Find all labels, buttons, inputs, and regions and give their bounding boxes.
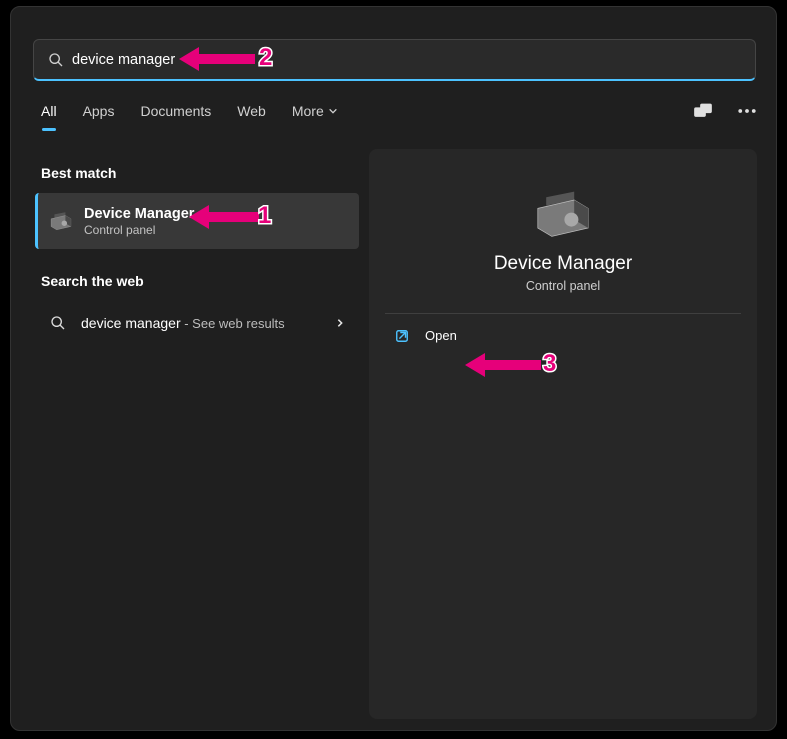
search-box[interactable] [33,39,756,81]
result-device-manager[interactable]: Device Manager Control panel [35,193,359,249]
tab-more-label: More [292,103,324,119]
device-manager-icon [44,212,78,230]
search-bar [33,39,756,81]
result-title: Device Manager [84,206,194,222]
chevron-down-icon [328,106,338,116]
action-open[interactable]: Open [395,328,757,343]
result-text: Device Manager Control panel [84,206,194,237]
search-web-header: Search the web [41,273,144,289]
tab-all[interactable]: All [41,103,57,119]
tab-documents[interactable]: Documents [140,103,211,119]
web-result-text: device manager - See web results [81,315,285,331]
result-subtitle: Control panel [84,223,194,237]
annotation-badge-2: 2 [259,44,272,72]
device-manager-icon-large [369,191,757,237]
preview-title: Device Manager [369,253,757,275]
web-result-query: device manager [81,315,181,331]
search-icon [41,315,75,331]
tab-apps[interactable]: Apps [83,103,115,119]
search-icon [48,52,64,68]
web-result-suffix: - See web results [181,316,285,331]
divider [385,313,741,314]
tab-web[interactable]: Web [237,103,266,119]
connect-devices-icon[interactable] [694,103,712,119]
more-options-icon[interactable] [738,108,756,114]
web-result-item[interactable]: device manager - See web results [35,301,359,345]
tabs-row: All Apps Documents Web More [41,103,756,119]
preview-subtitle: Control panel [369,279,757,293]
chevron-right-icon [335,318,345,328]
action-open-label: Open [425,328,457,343]
preview-panel: Device Manager Control panel Open [369,149,757,719]
tab-more[interactable]: More [292,103,338,119]
annotation-badge-1: 1 [258,202,271,230]
search-input[interactable] [72,52,755,68]
annotation-badge-3: 3 [543,350,556,378]
best-match-header: Best match [41,165,116,181]
open-external-icon [395,329,409,343]
start-search-window: All Apps Documents Web More Best match [10,6,777,731]
